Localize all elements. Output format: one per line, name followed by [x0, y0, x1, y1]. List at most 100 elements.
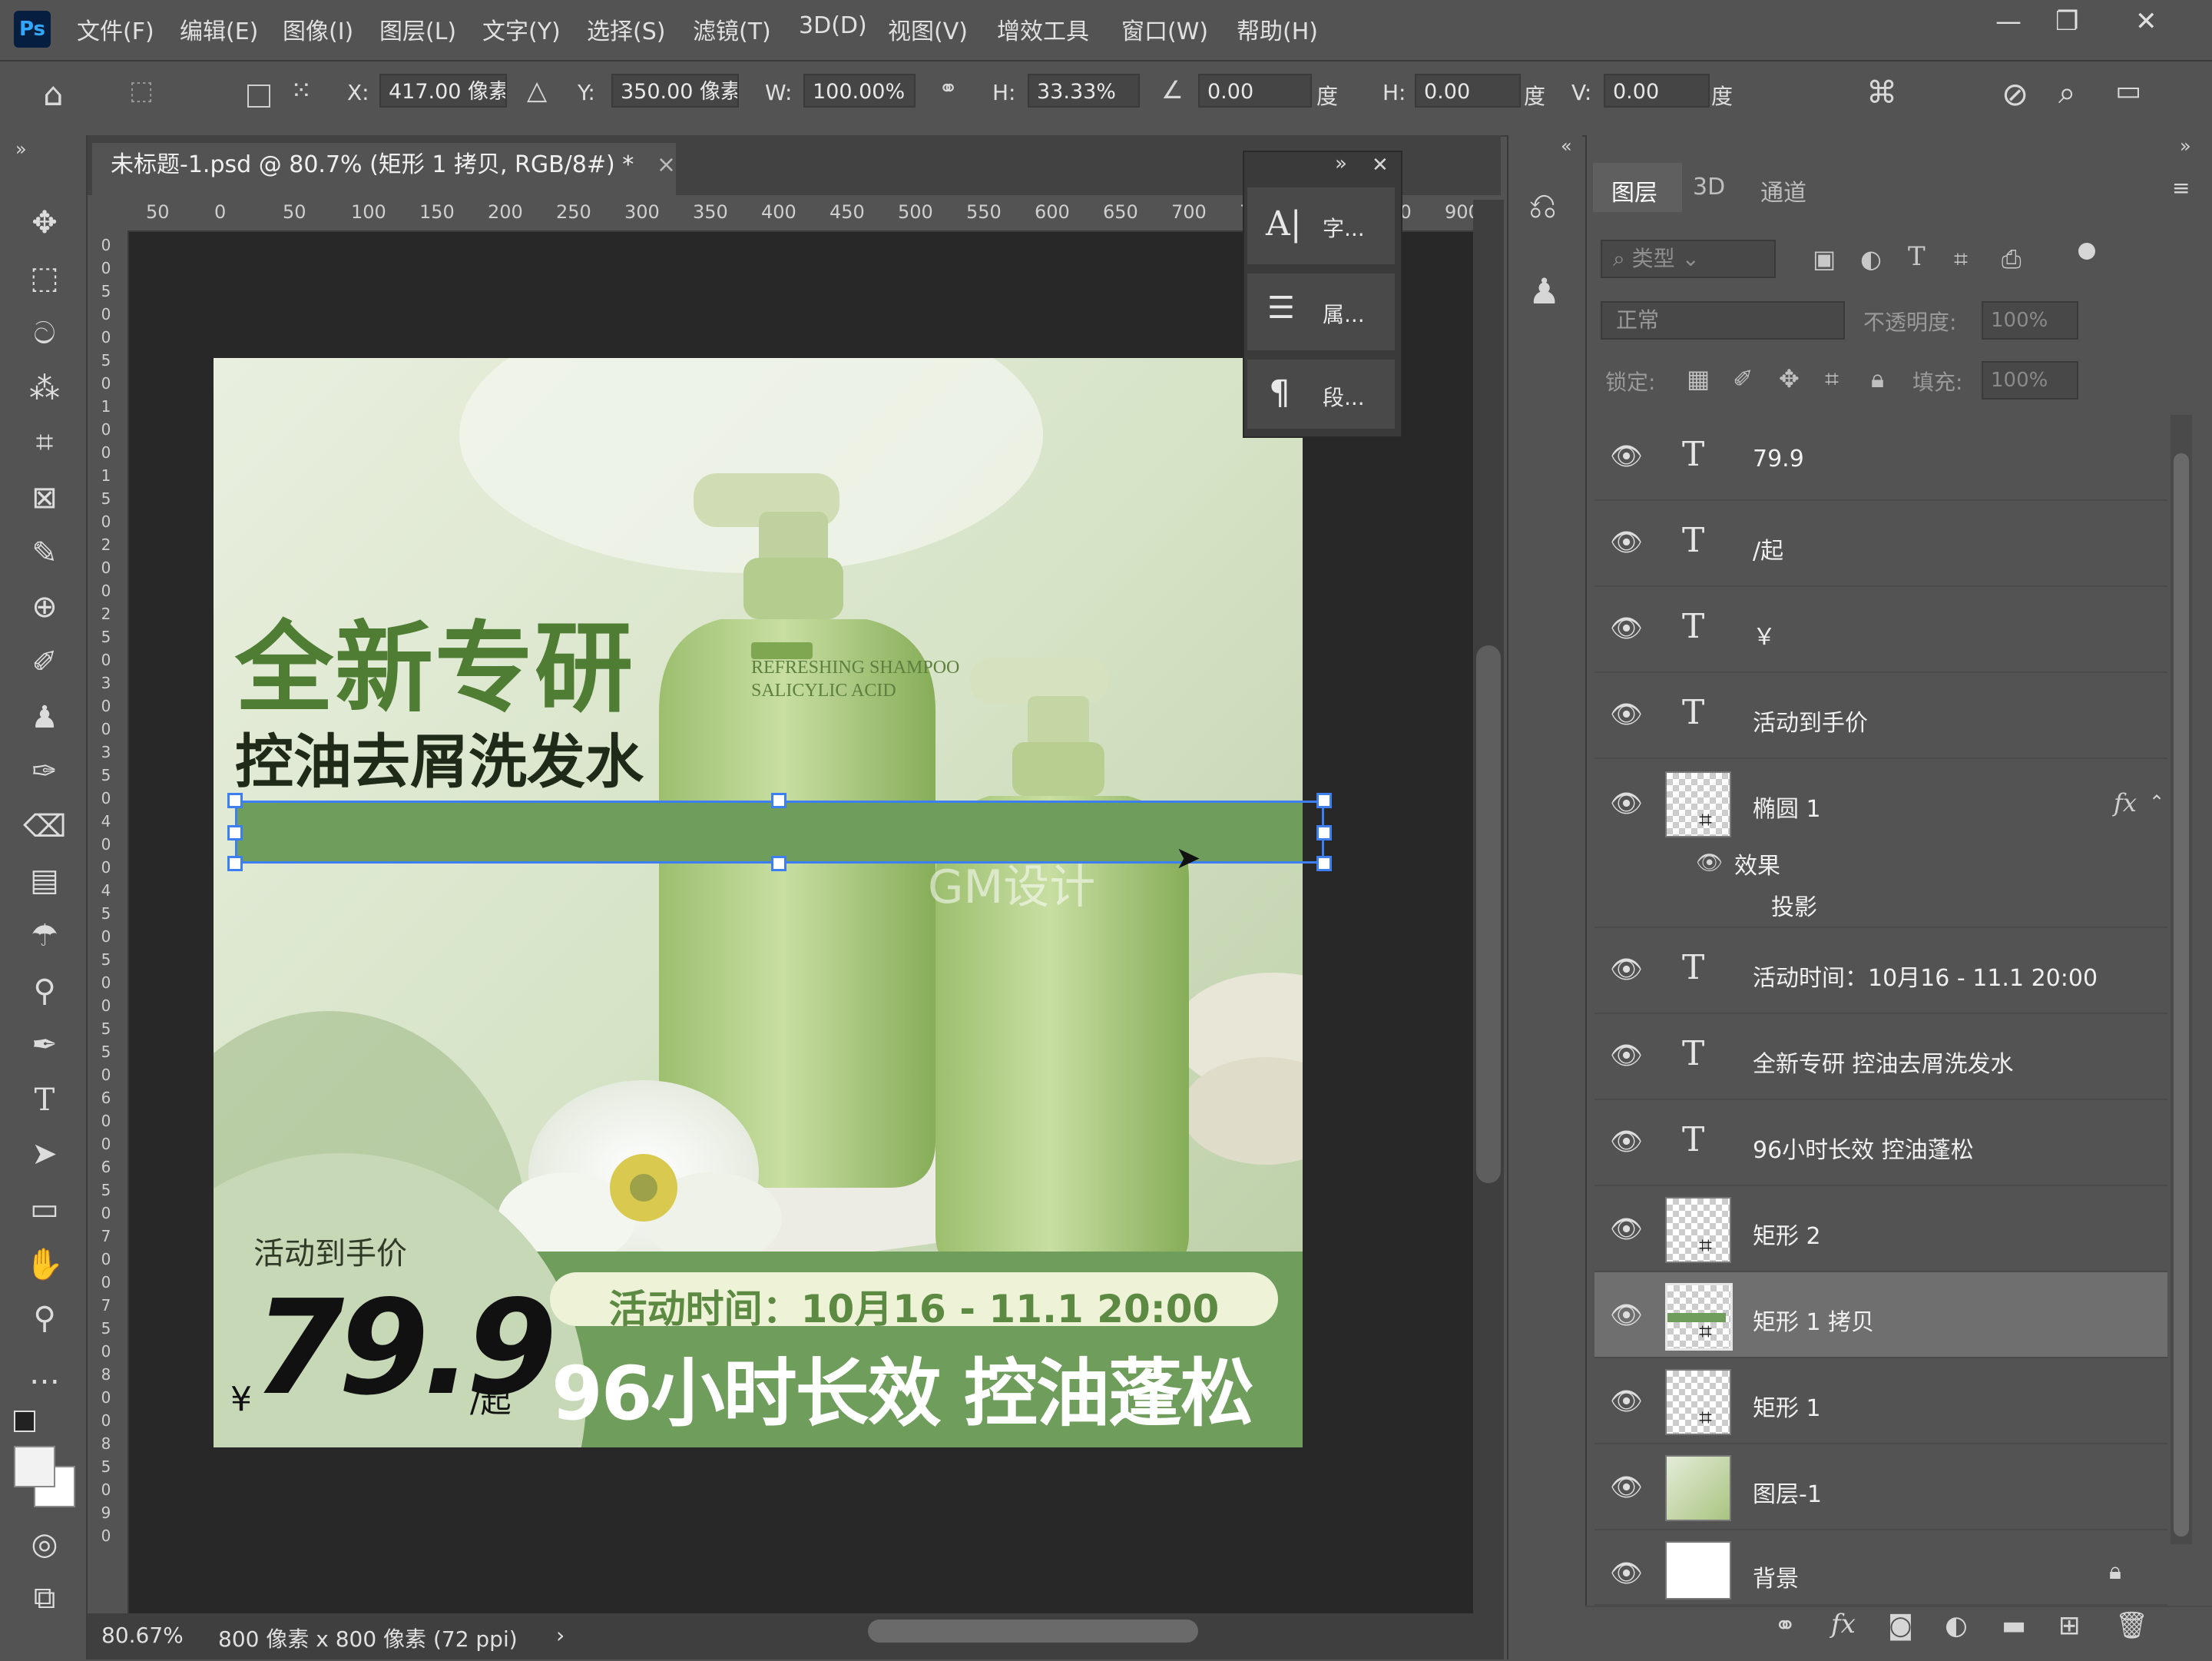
vertical-scroll-thumb[interactable]	[1476, 645, 1501, 1183]
history-panel-icon[interactable]: ⎌	[1528, 184, 1557, 227]
pen-tool-icon[interactable]: ✒	[23, 1023, 66, 1066]
cancel-transform-icon[interactable]: ⊘	[2002, 75, 2028, 113]
paragraph-panel-button[interactable]: ¶ 段...	[1247, 360, 1395, 429]
menu-view[interactable]: 视图(V)	[888, 12, 968, 46]
layer-name[interactable]: /起	[1753, 532, 1783, 565]
transform-handle-top-center[interactable]	[771, 793, 786, 808]
eye-icon[interactable]: 👁︎	[1610, 613, 1643, 644]
filter-shape-icon[interactable]: ⌗	[1954, 244, 1968, 274]
layer-name[interactable]: 矩形 1	[1753, 1389, 1821, 1423]
eye-icon[interactable]: 👁︎	[1610, 1126, 1643, 1157]
minimize-button[interactable]: —	[1995, 6, 2022, 37]
transform-handle-bottom-right[interactable]	[1316, 856, 1332, 871]
lock-all-icon[interactable]: 🔒︎	[1871, 364, 1884, 394]
foreground-color-swatch[interactable]	[14, 1446, 55, 1487]
layer-name[interactable]: 矩形 1 拷贝	[1753, 1303, 1874, 1337]
tab-layers[interactable]: 图层	[1611, 174, 1657, 207]
transform-handle-top-right[interactable]	[1316, 793, 1332, 808]
eye-icon[interactable]: 👁︎	[1610, 1558, 1643, 1589]
filter-adjustment-icon[interactable]: ◐	[1860, 244, 1882, 274]
more-tools-icon[interactable]: …	[23, 1352, 66, 1395]
hand-tool-icon[interactable]: ✋	[23, 1243, 66, 1286]
new-layer-icon[interactable]: ⊞	[2058, 1610, 2081, 1641]
lock-transparent-icon[interactable]: ▦	[1687, 364, 1710, 393]
lock-position-icon[interactable]: ✥	[1779, 364, 1800, 393]
frame-tool-icon[interactable]: ⊠	[23, 476, 66, 519]
layers-scroll-thumb[interactable]	[2174, 453, 2189, 1537]
layer-name[interactable]: 活动到手价	[1753, 704, 1868, 738]
move-tool-icon[interactable]: ✥	[23, 201, 66, 244]
warp-icon[interactable]: ⌘	[1866, 75, 1897, 111]
link-icon[interactable]: ⚭	[939, 75, 958, 102]
height-field[interactable]: 33.33%	[1028, 74, 1140, 108]
zoom-tool-icon[interactable]: ⚲	[23, 1297, 66, 1340]
healing-tool-icon[interactable]: ⊕	[23, 585, 66, 628]
angle-field[interactable]: 0.00	[1198, 74, 1312, 108]
magic-wand-tool-icon[interactable]: ⁂	[23, 367, 66, 410]
dock-collapse-icon[interactable]: «	[1561, 135, 1572, 157]
layer-name[interactable]: 96小时长效 控油蓬松	[1753, 1131, 1974, 1165]
transform-handle-bottom-left[interactable]	[227, 856, 243, 871]
reference-point-grid-icon[interactable]: ⁙	[290, 75, 313, 106]
menu-window[interactable]: 窗口(W)	[1121, 12, 1208, 46]
history-brush-tool-icon[interactable]: ✑	[23, 750, 66, 793]
fill-field[interactable]: 100%	[1982, 361, 2078, 400]
document-tab[interactable]: 未标题-1.psd @ 80.7% (矩形 1 拷贝, RGB/8#) * ×	[92, 143, 676, 195]
fx-badge[interactable]: fx	[2114, 788, 2137, 817]
eye-icon[interactable]: 👁︎	[1610, 788, 1643, 819]
eye-icon[interactable]: 👁︎	[1610, 1300, 1643, 1331]
close-window-button[interactable]: ✕	[2135, 6, 2157, 37]
gradient-tool-icon[interactable]: ▤	[23, 859, 66, 902]
eye-icon[interactable]: 👁︎	[1610, 699, 1643, 730]
quick-mask-icon[interactable]: ◎	[23, 1523, 66, 1566]
crop-tool-icon[interactable]: ⌗	[23, 421, 66, 464]
add-style-icon[interactable]: fx	[1831, 1609, 1856, 1639]
collapse-effects-icon[interactable]: ⌃	[2149, 791, 2164, 813]
filter-toggle[interactable]	[2078, 243, 2095, 260]
eye-icon[interactable]: 👁︎	[1610, 1040, 1643, 1071]
tab-close-icon[interactable]: ×	[657, 151, 676, 178]
opacity-field[interactable]: 100%	[1982, 301, 2078, 340]
type-tool-icon[interactable]: T	[23, 1079, 66, 1122]
drop-shadow-effect[interactable]: 投影	[1771, 888, 1817, 922]
eraser-tool-icon[interactable]: ⌫	[23, 805, 67, 848]
zoom-level[interactable]: 80.67%	[101, 1623, 184, 1648]
stamp-panel-icon[interactable]: ♟	[1528, 270, 1560, 312]
blur-tool-icon[interactable]: ☂	[23, 914, 66, 957]
eye-icon[interactable]: 👁︎	[1610, 1214, 1643, 1245]
expand-tools-icon[interactable]: »	[15, 138, 27, 160]
eye-icon[interactable]: 👁︎	[1610, 441, 1643, 472]
layer-name[interactable]: 椭圆 1	[1753, 790, 1821, 824]
home-icon[interactable]: ⌂	[43, 75, 64, 113]
eye-icon[interactable]: 👁︎	[1610, 954, 1643, 985]
rectangle-tool-icon[interactable]: ▭	[23, 1188, 66, 1231]
layer-row[interactable]	[1594, 415, 2167, 501]
eyedropper-tool-icon[interactable]: ✎	[23, 532, 66, 575]
transform-icon[interactable]: ⬚	[129, 75, 154, 106]
layer-name[interactable]: 图层-1	[1753, 1475, 1822, 1509]
tab-channels[interactable]: 通道	[1760, 174, 1806, 207]
layer-name[interactable]: 背景	[1753, 1560, 1799, 1593]
panel-close-icon[interactable]: ✕	[1372, 154, 1389, 177]
layer-row[interactable]	[1594, 501, 2167, 587]
menu-plugins[interactable]: 增效工具	[997, 12, 1089, 46]
transform-handle-top-left[interactable]	[227, 793, 243, 808]
width-field[interactable]: 100.00%	[803, 74, 916, 108]
layer-name[interactable]: ￥	[1753, 618, 1776, 651]
eye-icon[interactable]: 👁︎	[1610, 1386, 1643, 1417]
restore-button[interactable]: ❐	[2055, 6, 2078, 37]
y-position-field[interactable]: 350.00 像素	[611, 74, 739, 108]
menu-filter[interactable]: 滤镜(T)	[693, 12, 771, 46]
eye-icon[interactable]: 👁︎	[1610, 527, 1643, 558]
workspace-icon[interactable]: ▭	[2115, 75, 2141, 107]
layer-name[interactable]: 活动时间：10月16 - 11.1 20:00	[1753, 959, 2098, 993]
layer-row[interactable]	[1594, 673, 2167, 759]
menu-image[interactable]: 图像(I)	[283, 12, 353, 46]
dodge-tool-icon[interactable]: ⚲	[23, 970, 66, 1013]
link-layers-icon[interactable]: ⚭	[1774, 1610, 1796, 1641]
search-icon[interactable]: ⌕	[2058, 75, 2075, 111]
panel-expand-icon[interactable]: »	[2180, 135, 2191, 157]
menu-select[interactable]: 选择(S)	[587, 12, 665, 46]
status-menu-arrow[interactable]: ›	[556, 1623, 565, 1648]
layer-name[interactable]: 79.9	[1753, 446, 1804, 472]
